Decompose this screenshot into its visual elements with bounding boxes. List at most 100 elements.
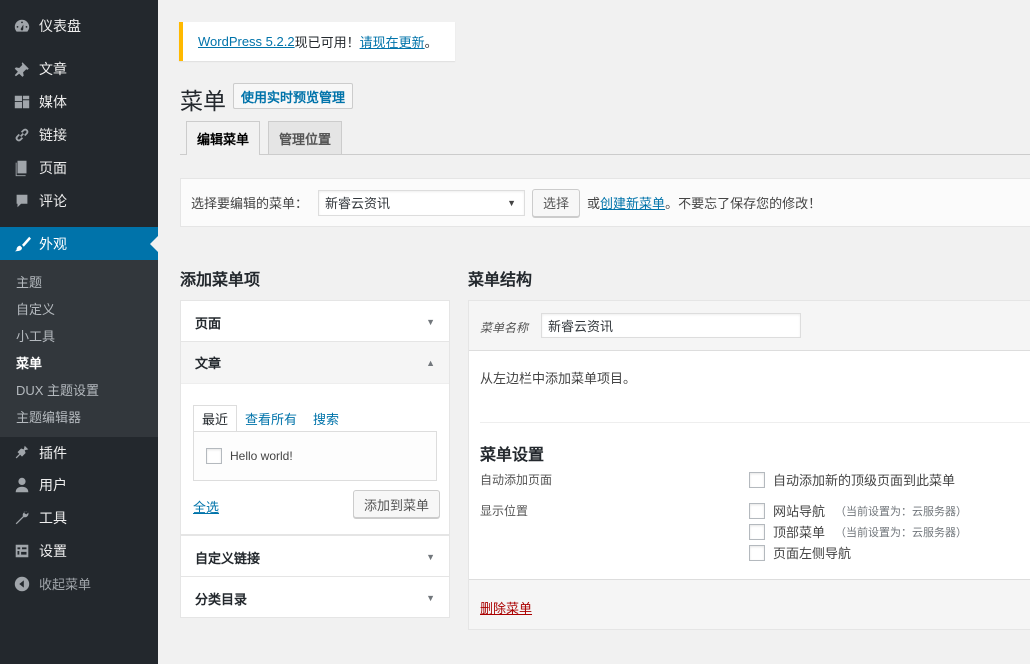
dropdown-arrow-icon: ▼: [507, 197, 517, 208]
or-text: 或: [587, 196, 601, 211]
accordion-title: 文章: [195, 356, 222, 371]
menu-structure-title: 菜单结构: [468, 272, 533, 289]
accordion-title: 自定义链接: [195, 550, 261, 566]
location-checkbox[interactable]: [749, 502, 765, 519]
live-preview-button[interactable]: 使用实时预览管理: [233, 83, 354, 109]
auto-add-pages-label: 自动添加页面: [480, 473, 553, 487]
submenu-item-themes[interactable]: 主题: [16, 272, 42, 291]
menu-name-input[interactable]: 新睿云资讯: [541, 313, 801, 338]
dashboard-icon: [12, 16, 32, 36]
notice-end: 。: [424, 35, 438, 50]
plugin-icon: [12, 443, 32, 463]
sidebar-item-dashboard[interactable]: 仪表盘: [0, 9, 158, 42]
select-menu-button[interactable]: 选择: [532, 188, 581, 217]
post-item-label: Hello world!: [230, 449, 293, 463]
posts-tabs: 最近 查看所有 搜索: [193, 405, 437, 432]
sidebar-item-links[interactable]: 链接: [0, 118, 158, 151]
sidebar-item-posts[interactable]: 文章: [0, 52, 158, 85]
caret-up-icon: ▲: [426, 357, 435, 368]
appearance-submenu: 主题 自定义 小工具 菜单 DUX 主题设置 主题编辑器: [0, 260, 158, 437]
accordion-custom-links-header[interactable]: 自定义链接 ▼: [181, 536, 449, 578]
auto-add-pages-option[interactable]: 自动添加新的顶级页面到此菜单: [749, 470, 955, 489]
sidebar-item-users[interactable]: 用户: [0, 468, 158, 501]
sidebar-item-settings[interactable]: 设置: [0, 534, 158, 567]
notice-text: 现已可用！: [294, 35, 360, 50]
brush-icon: [12, 234, 32, 254]
accordion-posts-header[interactable]: 文章 ▲: [181, 342, 449, 384]
update-notice: WordPress 5.2.2 现已可用！ 请现在更新 。: [179, 22, 455, 61]
sidebar-label: 外观: [39, 235, 67, 252]
location-label: 网站导航: [773, 504, 826, 519]
add-menu-items-title: 添加菜单项: [180, 272, 261, 289]
tab-edit-menus[interactable]: 编辑菜单: [186, 121, 261, 155]
location-label: 页面左侧导航: [773, 546, 852, 561]
tab-recent[interactable]: 最近: [193, 405, 238, 432]
location-option-site-nav[interactable]: 网站导航 （当前设置为：云服务器）: [749, 501, 967, 520]
location-checkbox[interactable]: [749, 544, 765, 561]
tab-divider: [180, 154, 1030, 155]
page-icon: [12, 158, 32, 178]
admin-sidebar: 仪表盘 文章 媒体 链接 页面 评论 外观 主题 自定义 小工具 菜单 DUX …: [0, 0, 158, 664]
submenu-item-widgets[interactable]: 小工具: [16, 326, 55, 345]
location-option-left-nav[interactable]: 页面左侧导航: [749, 543, 851, 562]
page-title: 菜单: [180, 88, 226, 114]
menu-name-header: 菜单名称 新睿云资讯: [469, 301, 1030, 351]
add-to-menu-button[interactable]: 添加到菜单: [353, 490, 441, 518]
accordion-categories: 分类目录 ▼: [180, 576, 450, 618]
delete-menu-link[interactable]: 删除菜单: [480, 598, 532, 617]
accordion-title: 分类目录: [195, 591, 248, 607]
sidebar-item-tools[interactable]: 工具: [0, 501, 158, 534]
menu-structure-panel: 菜单名称 新睿云资讯 从左边栏中添加菜单项目。 菜单设置 自动添加页面 自动添加…: [468, 300, 1030, 630]
location-option-top-menu[interactable]: 顶部菜单 （当前设置为：云服务器）: [749, 522, 967, 541]
location-checkbox[interactable]: [749, 523, 765, 540]
accordion-custom-links: 自定义链接 ▼: [180, 535, 450, 577]
submenu-item-customize[interactable]: 自定义: [16, 299, 55, 318]
comment-icon: [12, 191, 32, 211]
wordpress-version-link[interactable]: WordPress 5.2.2: [198, 34, 295, 49]
sidebar-item-media[interactable]: 媒体: [0, 85, 158, 118]
accordion-title: 页面: [195, 315, 222, 331]
sidebar-item-plugins[interactable]: 插件: [0, 436, 158, 469]
location-label: 顶部菜单: [773, 525, 826, 540]
auto-add-checkbox[interactable]: [749, 471, 765, 488]
tab-manage-locations[interactable]: 管理位置: [268, 121, 343, 154]
wrench-icon: [12, 508, 32, 528]
sidebar-label: 媒体: [39, 93, 67, 110]
accordion-pages-header[interactable]: 页面 ▼: [181, 301, 449, 343]
submenu-item-theme-editor[interactable]: 主题编辑器: [16, 407, 81, 426]
empty-menu-hint: 从左边栏中添加菜单项目。: [480, 371, 637, 386]
save-reminder-text: 。不要忘了保存您的修改！: [665, 196, 822, 211]
location-note: （当前设置为：云服务器）: [835, 505, 968, 518]
auto-add-option-label: 自动添加新的顶级页面到此菜单: [773, 473, 956, 488]
user-icon: [12, 475, 32, 495]
tab-search[interactable]: 搜索: [305, 405, 347, 432]
sidebar-label: 工具: [39, 509, 67, 526]
sidebar-label: 设置: [39, 542, 67, 559]
menu-name-label: 菜单名称: [480, 321, 529, 335]
recent-posts-panel: Hello world!: [193, 431, 437, 481]
collapse-menu-button[interactable]: 收起菜单: [0, 567, 158, 600]
sidebar-item-pages[interactable]: 页面: [0, 151, 158, 184]
select-menu-label: 选择要编辑的菜单：: [191, 196, 309, 211]
pin-icon: [12, 59, 32, 79]
menu-select-dropdown[interactable]: 新睿云资讯 ▼: [318, 189, 526, 216]
sidebar-label: 插件: [39, 444, 67, 461]
collapse-icon: [12, 574, 32, 594]
settings-icon: [12, 541, 32, 561]
tab-view-all[interactable]: 查看所有: [237, 405, 305, 432]
select-all-link[interactable]: 全选: [193, 497, 219, 516]
sidebar-label: 收起菜单: [39, 577, 92, 592]
submenu-item-menus[interactable]: 菜单: [16, 353, 42, 372]
submenu-item-dux-settings[interactable]: DUX 主题设置: [16, 380, 99, 399]
post-checkbox[interactable]: [206, 448, 222, 464]
create-new-menu-link[interactable]: 创建新菜单: [600, 193, 665, 212]
update-now-link[interactable]: 请现在更新: [360, 32, 425, 51]
sidebar-label: 文章: [39, 60, 67, 77]
media-icon: [12, 92, 32, 112]
link-icon: [12, 125, 32, 145]
accordion-categories-header[interactable]: 分类目录 ▼: [181, 577, 449, 619]
sidebar-item-appearance[interactable]: 外观: [0, 227, 158, 260]
menu-select-bar: 选择要编辑的菜单： 新睿云资讯 ▼ 选择 或 创建新菜单 。不要忘了保存您的修改…: [180, 178, 1030, 227]
sidebar-label: 链接: [39, 126, 67, 143]
sidebar-item-comments[interactable]: 评论: [0, 184, 158, 217]
